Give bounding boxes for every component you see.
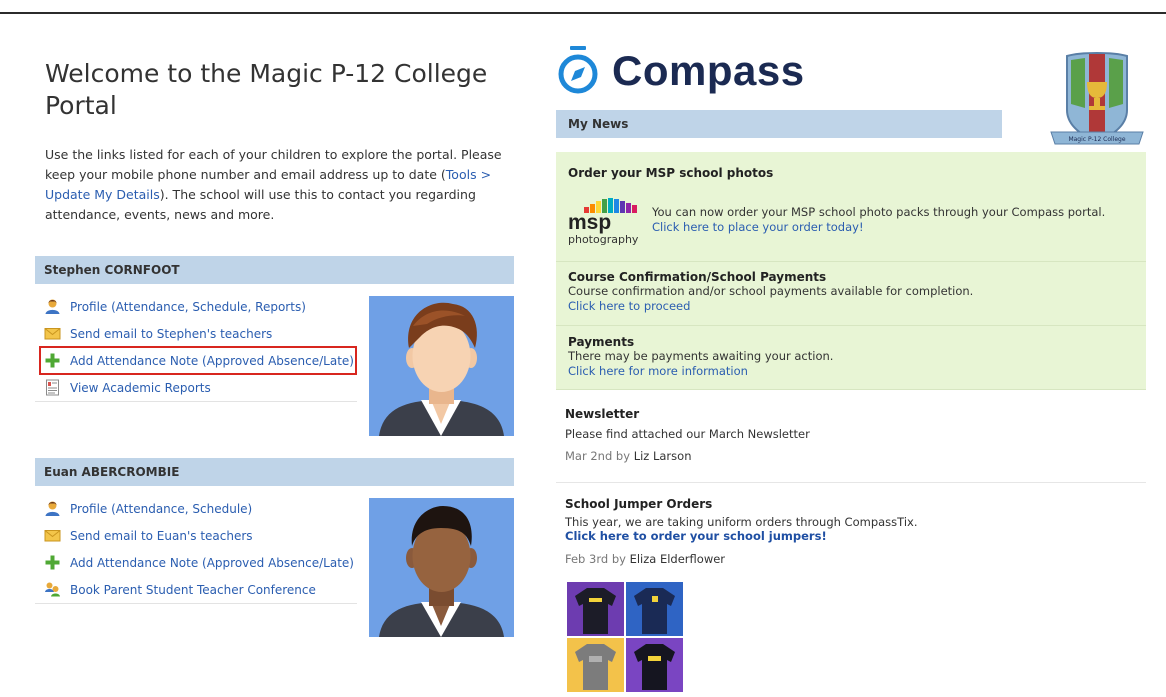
jumper-photo-violet — [626, 638, 683, 692]
jumpers-author: Eliza Elderflower — [629, 552, 726, 566]
add-attendance-note-link[interactable]: Add Attendance Note (Approved Absence/La… — [39, 346, 357, 375]
news-item-newsletter: Newsletter Please find attached our Marc… — [565, 407, 1145, 463]
student-avatar-male-dark — [369, 498, 514, 637]
add-attendance-note-label: Add Attendance Note (Approved Absence/La… — [70, 555, 354, 570]
msp-logo-sub: photography — [568, 233, 639, 246]
jumpers-title: School Jumper Orders — [565, 497, 713, 511]
email-teachers-link[interactable]: Send email to Stephen's teachers — [35, 320, 357, 347]
news-item-msp-photos: Order your MSP school photos msp photogr… — [556, 152, 1146, 262]
my-news-header: My News — [556, 110, 1002, 138]
add-icon — [45, 555, 60, 570]
payments-text: There may be payments awaiting your acti… — [568, 349, 834, 363]
compass-brand: Compass — [556, 46, 805, 96]
payments-info-link[interactable]: Click here for more information — [568, 364, 748, 378]
jumpers-photo-collage — [567, 582, 683, 692]
profile-icon — [45, 299, 60, 314]
add-attendance-note-label: Add Attendance Note (Approved Absence/La… — [70, 353, 354, 368]
book-conference-label: Book Parent Student Teacher Conference — [70, 582, 316, 597]
email-icon — [44, 530, 61, 542]
child-links-stephen: Profile (Attendance, Schedule, Reports) … — [35, 293, 357, 402]
jumper-photo-blue — [626, 582, 683, 636]
profile-icon — [45, 501, 60, 516]
news-item-course-payments: Course Confirmation/School Payments Cour… — [556, 262, 1146, 326]
view-reports-link[interactable]: View Academic Reports — [35, 374, 357, 401]
report-icon — [46, 379, 59, 396]
child-links-euan: Profile (Attendance, Schedule) Send emai… — [35, 495, 357, 604]
msp-text: You can now order your MSP school photo … — [652, 204, 1106, 219]
school-crest-logo: Magic P-12 College — [1050, 52, 1144, 145]
email-teachers-label: Send email to Stephen's teachers — [70, 326, 273, 341]
jumpers-order-link[interactable]: Click here to order your school jumpers! — [565, 529, 827, 543]
book-conference-link[interactable]: Book Parent Student Teacher Conference — [35, 576, 357, 603]
newsletter-meta: Mar 2nd by Liz Larson — [565, 449, 1145, 463]
student-avatar-male-light — [369, 296, 514, 436]
conference-icon — [45, 582, 60, 597]
email-teachers-label: Send email to Euan's teachers — [70, 528, 253, 543]
msp-title: Order your MSP school photos — [568, 166, 774, 180]
profile-link-label: Profile (Attendance, Schedule, Reports) — [70, 299, 306, 314]
crest-banner-text: Magic P-12 College — [1068, 136, 1125, 143]
profile-link[interactable]: Profile (Attendance, Schedule) — [35, 495, 357, 522]
course-title: Course Confirmation/School Payments — [568, 270, 827, 284]
profile-link[interactable]: Profile (Attendance, Schedule, Reports) — [35, 293, 357, 320]
msp-photography-logo: msp photography — [568, 193, 652, 246]
top-divider — [0, 12, 1166, 14]
avatar-euan — [369, 498, 514, 637]
news-item-school-jumpers: School Jumper Orders This year, we are t… — [565, 497, 1145, 566]
view-reports-label: View Academic Reports — [70, 380, 211, 395]
jumpers-date: Feb 3rd by — [565, 552, 626, 566]
course-proceed-link[interactable]: Click here to proceed — [568, 299, 690, 313]
jumper-photo-purple — [567, 582, 624, 636]
child-header-stephen: Stephen CORNFOOT — [35, 256, 514, 284]
newsletter-text: Please find attached our March Newslette… — [565, 427, 810, 441]
profile-link-label: Profile (Attendance, Schedule) — [70, 501, 253, 516]
email-icon — [44, 328, 61, 340]
add-attendance-note-link[interactable]: Add Attendance Note (Approved Absence/La… — [35, 549, 357, 576]
course-text: Course confirmation and/or school paymen… — [568, 284, 974, 298]
newsletter-date: Mar 2nd by — [565, 449, 631, 463]
page-title: Welcome to the Magic P-12 College Portal — [45, 59, 488, 120]
jumpers-meta: Feb 3rd by Eliza Elderflower — [565, 552, 1145, 566]
news-item-payments: Payments There may be payments awaiting … — [556, 326, 1146, 390]
payments-title: Payments — [568, 335, 635, 349]
avatar-stephen — [369, 296, 514, 436]
jumpers-text: This year, we are taking uniform orders … — [565, 515, 918, 529]
newsletter-author: Liz Larson — [633, 449, 692, 463]
intro-text-start: Use the links listed for each of your ch… — [45, 147, 502, 182]
msp-logo-bars — [584, 193, 638, 213]
add-icon — [45, 353, 60, 368]
msp-logo-word: msp — [568, 211, 612, 234]
newsletter-title: Newsletter — [565, 407, 640, 421]
jumper-photo-yellow — [567, 638, 624, 692]
news-separator — [556, 482, 1146, 483]
child-header-euan: Euan ABERCROMBIE — [35, 458, 514, 486]
welcome-intro: Use the links listed for each of your ch… — [45, 145, 515, 225]
brand-name: Compass — [612, 47, 805, 94]
email-teachers-link[interactable]: Send email to Euan's teachers — [35, 522, 357, 549]
compass-logo-icon — [558, 46, 598, 94]
msp-order-link[interactable]: Click here to place your order today! — [652, 220, 864, 234]
